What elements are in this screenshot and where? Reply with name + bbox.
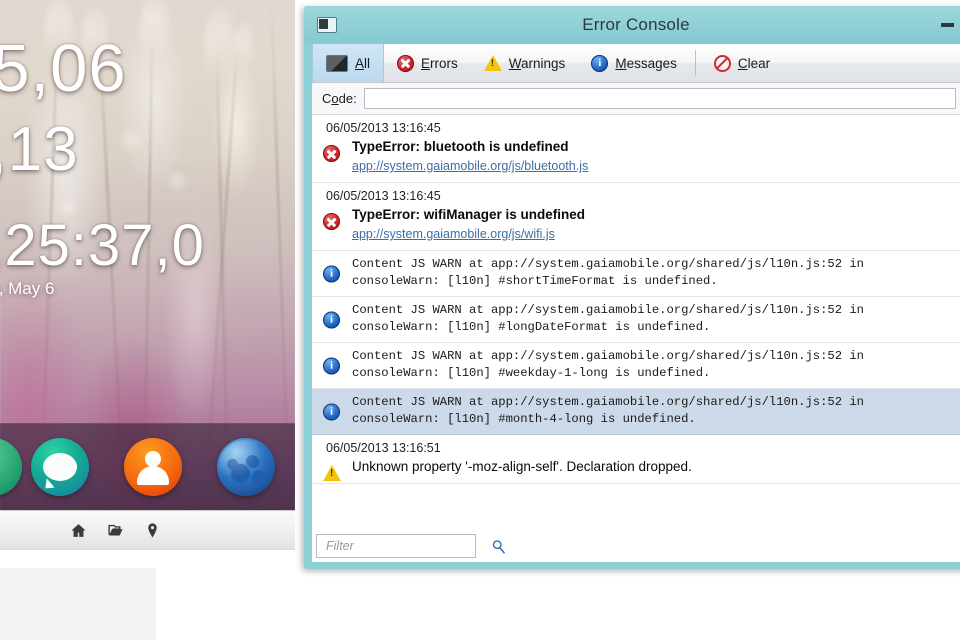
table-row-selected[interactable]: Content JS WARN at app://system.gaiamobi… xyxy=(312,389,960,435)
message-list[interactable]: 06/05/2013 13:16:45 TypeError: bluetooth… xyxy=(312,115,960,562)
message-line-2: consoleWarn: [l10n] #weekday-1-long is u… xyxy=(352,366,711,380)
filter-input[interactable] xyxy=(324,538,491,554)
message-bubble-icon xyxy=(43,453,77,481)
dock-app-partial[interactable] xyxy=(0,438,22,496)
code-bar: Code: xyxy=(312,83,960,115)
message-line-1: Content JS WARN at app://system.gaiamobi… xyxy=(352,257,864,271)
phone-taskbar xyxy=(0,510,295,550)
info-icon xyxy=(323,265,340,282)
clear-button-label: Clear xyxy=(737,55,771,71)
clear-button[interactable]: Clear xyxy=(701,44,783,82)
error-icon xyxy=(323,213,340,230)
error-icon xyxy=(323,145,340,162)
tab-warnings[interactable]: Warnings xyxy=(471,44,579,82)
message-title: TypeError: wifiManager is undefined xyxy=(352,207,586,222)
person-icon xyxy=(136,451,170,485)
dock-browser-app[interactable] xyxy=(217,438,275,496)
message-line-2: consoleWarn: [l10n] #shortTimeFormat is … xyxy=(352,274,718,288)
console-toolbar: All Errors Warnings Messages C xyxy=(312,44,960,83)
error-console-window: Error Console All Errors Warnings xyxy=(304,6,960,569)
tab-messages-label: Messages xyxy=(615,55,677,71)
window-icon xyxy=(317,17,337,33)
table-row[interactable]: Content JS WARN at app://system.gaiamobi… xyxy=(312,251,960,297)
info-icon xyxy=(323,403,340,420)
message-line-1: Content JS WARN at app://system.gaiamobi… xyxy=(352,395,864,409)
filter-bar[interactable] xyxy=(316,534,505,558)
toolbar-separator xyxy=(694,50,696,76)
message-line-1: Content JS WARN at app://system.gaiamobi… xyxy=(352,349,864,363)
file-icon[interactable] xyxy=(107,522,124,539)
message-timestamp: 06/05/2013 13:16:51 xyxy=(326,441,441,455)
home-icon[interactable] xyxy=(70,522,87,539)
warning-icon xyxy=(483,55,502,71)
info-icon xyxy=(323,311,340,328)
tab-warnings-label: Warnings xyxy=(508,55,566,71)
all-icon xyxy=(326,54,348,72)
message-line-1: Content JS WARN at app://system.gaiamobi… xyxy=(352,303,864,317)
table-row[interactable]: Content JS WARN at app://system.gaiamobi… xyxy=(312,343,960,389)
tab-errors[interactable]: Errors xyxy=(384,44,471,82)
message-line-2: consoleWarn: [l10n] #longDateFormat is u… xyxy=(352,320,711,334)
minimize-button[interactable] xyxy=(941,23,954,27)
screenshot-root: 25,06 0,13 3,25:37,0 ay, May 6 xyxy=(0,0,960,640)
message-source-link[interactable]: app://system.gaiamobile.org/js/wifi.js xyxy=(352,225,555,244)
message-source-link[interactable]: app://system.gaiamobile.org/js/bluetooth… xyxy=(352,157,588,176)
code-input[interactable] xyxy=(363,88,956,109)
error-icon xyxy=(397,54,415,72)
lockscreen-date: ay, May 6 xyxy=(0,279,55,298)
lockscreen-line-2: 0,13 xyxy=(0,115,79,184)
lockscreen-line-3: 3,25:37,0 xyxy=(0,213,205,278)
message-title: TypeError: bluetooth is undefined xyxy=(352,139,569,154)
globe-icon xyxy=(219,440,273,494)
warning-icon xyxy=(323,465,341,481)
clear-icon xyxy=(713,54,731,72)
page-background-left xyxy=(0,568,156,640)
window-body: All Errors Warnings Messages C xyxy=(312,44,960,562)
table-row[interactable]: 06/05/2013 13:16:45 TypeError: bluetooth… xyxy=(312,115,960,183)
message-timestamp: 06/05/2013 13:16:45 xyxy=(326,189,441,203)
phone-dock xyxy=(0,423,295,510)
message-title: Unknown property '-moz-align-self'. Decl… xyxy=(352,459,692,474)
page-background-right xyxy=(156,568,960,640)
window-titlebar[interactable]: Error Console xyxy=(304,6,960,44)
table-row[interactable]: 06/05/2013 13:16:45 TypeError: wifiManag… xyxy=(312,183,960,251)
info-icon xyxy=(591,54,609,72)
lockscreen-line-1: 25,06 xyxy=(0,31,127,106)
location-pin-icon[interactable] xyxy=(144,522,161,539)
search-icon[interactable] xyxy=(491,539,506,554)
firefox-os-lockscreen: 25,06 0,13 3,25:37,0 ay, May 6 xyxy=(0,0,295,568)
dock-contacts-app[interactable] xyxy=(124,438,182,496)
dock-messages-app[interactable] xyxy=(31,438,89,496)
message-timestamp: 06/05/2013 13:16:45 xyxy=(326,121,441,135)
table-row[interactable]: Content JS WARN at app://system.gaiamobi… xyxy=(312,297,960,343)
tab-all[interactable]: All xyxy=(312,44,385,82)
table-row[interactable]: 06/05/2013 13:16:51 Unknown property '-m… xyxy=(312,435,960,484)
info-icon xyxy=(323,357,340,374)
tab-all-label: All xyxy=(355,55,371,71)
code-label: Code: xyxy=(322,91,357,106)
window-title: Error Console xyxy=(582,15,690,34)
phone-footer-strip xyxy=(0,549,295,568)
tab-messages[interactable]: Messages xyxy=(578,44,690,82)
tab-errors-label: Errors xyxy=(421,55,458,71)
message-line-2: consoleWarn: [l10n] #month-4-long is und… xyxy=(352,412,696,426)
dock-icon-row xyxy=(0,432,295,502)
